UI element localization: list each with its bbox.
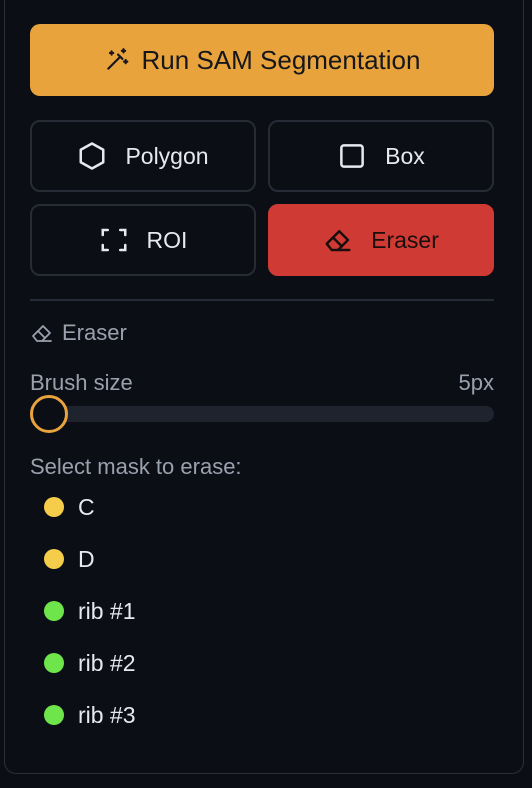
mask-label: rib #3	[78, 701, 136, 728]
polygon-tool-button[interactable]: Polygon	[30, 120, 256, 192]
mask-label: D	[78, 545, 95, 572]
eraser-tool-button[interactable]: Eraser	[268, 204, 494, 276]
brush-size-slider-thumb[interactable]	[30, 395, 68, 433]
focus-frame-icon	[101, 228, 127, 252]
eraser-icon	[325, 230, 351, 252]
eraser-section-title: Eraser	[30, 320, 127, 346]
mask-color-dot	[44, 601, 64, 621]
mask-select-prompt: Select mask to erase:	[30, 454, 242, 479]
mask-color-dot	[44, 705, 64, 725]
brush-size-label: Brush size	[30, 370, 133, 395]
mask-color-dot	[44, 653, 64, 673]
roi-tool-button[interactable]: ROI	[30, 204, 256, 276]
mask-item-rib-3[interactable]: rib #3	[44, 700, 136, 730]
mask-item-c[interactable]: C	[44, 492, 95, 522]
mask-label: rib #2	[78, 649, 136, 676]
run-sam-segmentation-button[interactable]: Run SAM Segmentation	[30, 24, 494, 96]
mask-label: C	[78, 493, 95, 520]
brush-size-value: 5px	[458, 370, 494, 395]
polygon-tool-label: Polygon	[125, 142, 209, 169]
box-tool-button[interactable]: Box	[268, 120, 494, 192]
magic-wand-icon	[106, 48, 128, 70]
roi-tool-label: ROI	[146, 226, 188, 253]
square-icon	[340, 144, 365, 168]
mask-color-dot	[44, 497, 64, 517]
run-button-label: Run SAM Segmentation	[141, 44, 421, 75]
eraser-icon	[32, 325, 52, 342]
brush-size-slider-track[interactable]	[30, 406, 494, 422]
box-tool-label: Box	[385, 142, 425, 169]
mask-color-dot	[44, 549, 64, 569]
mask-label: rib #1	[78, 597, 136, 624]
section-divider	[30, 299, 494, 301]
hexagon-icon	[79, 142, 105, 170]
mask-item-rib-1[interactable]: rib #1	[44, 596, 136, 626]
mask-item-rib-2[interactable]: rib #2	[44, 648, 136, 678]
eraser-section-label: Eraser	[62, 320, 127, 345]
eraser-tool-label: Eraser	[371, 226, 439, 253]
mask-item-d[interactable]: D	[44, 544, 95, 574]
